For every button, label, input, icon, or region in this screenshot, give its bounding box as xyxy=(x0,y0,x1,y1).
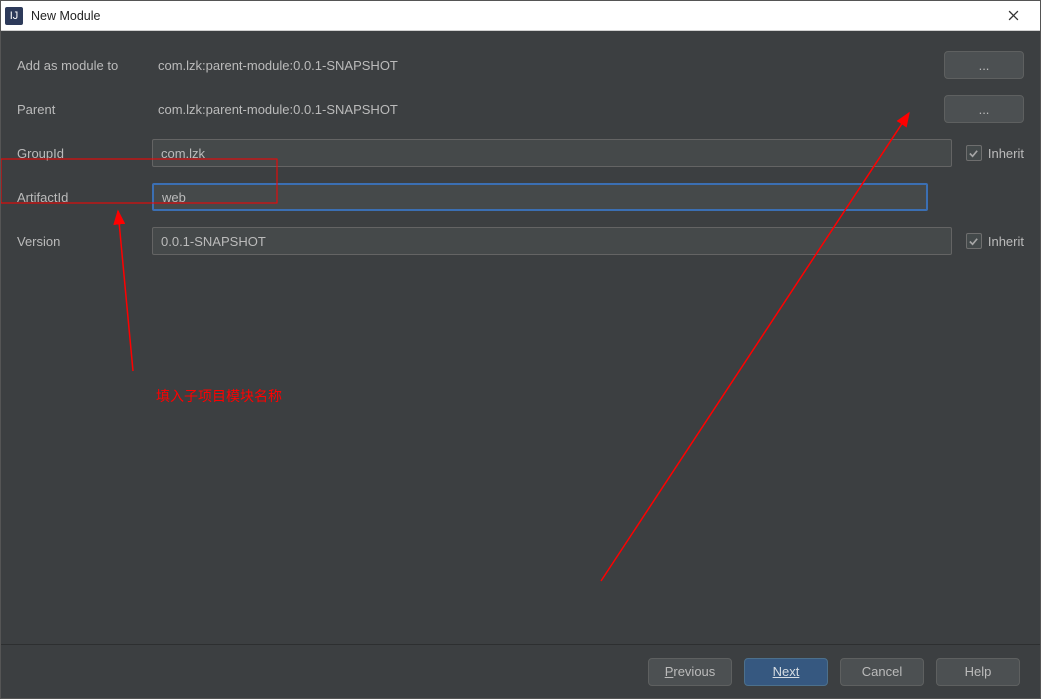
row-parent: Parent com.lzk:parent-module:0.0.1-SNAPS… xyxy=(17,87,1024,131)
label-parent: Parent xyxy=(17,102,152,117)
titlebar: IJ New Module xyxy=(1,1,1040,31)
next-button[interactable]: Next xyxy=(744,658,828,686)
dialog-window: IJ New Module Add as module to com.lzk:p… xyxy=(0,0,1041,699)
check-icon xyxy=(968,236,979,247)
label-add-as-module-to: Add as module to xyxy=(17,58,152,73)
browse-parent[interactable]: ... xyxy=(944,95,1024,123)
row-add-as-module-to: Add as module to com.lzk:parent-module:0… xyxy=(17,43,1024,87)
label-artifact-id: ArtifactId xyxy=(17,190,152,205)
label-group-id: GroupId xyxy=(17,146,152,161)
inherit-version[interactable]: Inherit xyxy=(966,233,1024,249)
input-version[interactable]: 0.0.1-SNAPSHOT xyxy=(152,227,952,255)
dialog-content: Add as module to com.lzk:parent-module:0… xyxy=(1,31,1040,698)
previous-rest: revious xyxy=(673,664,715,679)
inherit-group-id[interactable]: Inherit xyxy=(966,145,1024,161)
checkbox-inherit-group-id[interactable] xyxy=(966,145,982,161)
label-inherit-group-id: Inherit xyxy=(988,146,1024,161)
cancel-button[interactable]: Cancel xyxy=(840,658,924,686)
window-title: New Module xyxy=(31,9,100,23)
label-inherit-version: Inherit xyxy=(988,234,1024,249)
annotation-text-artifact: 填入子项目模块名称 xyxy=(156,386,282,406)
check-icon xyxy=(968,148,979,159)
close-icon xyxy=(1008,10,1019,21)
button-bar: Previous Next Cancel Help xyxy=(1,644,1040,698)
checkbox-inherit-version[interactable] xyxy=(966,233,982,249)
input-group-id-text: com.lzk xyxy=(161,146,205,161)
previous-button[interactable]: Previous xyxy=(648,658,732,686)
row-version: Version 0.0.1-SNAPSHOT Inherit xyxy=(17,219,1024,263)
cancel-text: Cancel xyxy=(862,664,902,679)
next-text: Next xyxy=(773,664,800,679)
row-group-id: GroupId com.lzk Inherit xyxy=(17,131,1024,175)
help-text: Help xyxy=(965,664,992,679)
help-button[interactable]: Help xyxy=(936,658,1020,686)
input-group-id[interactable]: com.lzk xyxy=(152,139,952,167)
row-artifact-id: ArtifactId web xyxy=(17,175,1024,219)
input-artifact-id-text: web xyxy=(162,190,186,205)
value-add-as-module-to: com.lzk:parent-module:0.0.1-SNAPSHOT xyxy=(152,58,932,73)
browse-add-as-module-to[interactable]: ... xyxy=(944,51,1024,79)
input-version-text: 0.0.1-SNAPSHOT xyxy=(161,234,266,249)
close-button[interactable] xyxy=(990,2,1036,30)
input-artifact-id[interactable]: web xyxy=(152,183,928,211)
app-icon: IJ xyxy=(5,7,23,25)
label-version: Version xyxy=(17,234,152,249)
value-parent: com.lzk:parent-module:0.0.1-SNAPSHOT xyxy=(152,102,932,117)
